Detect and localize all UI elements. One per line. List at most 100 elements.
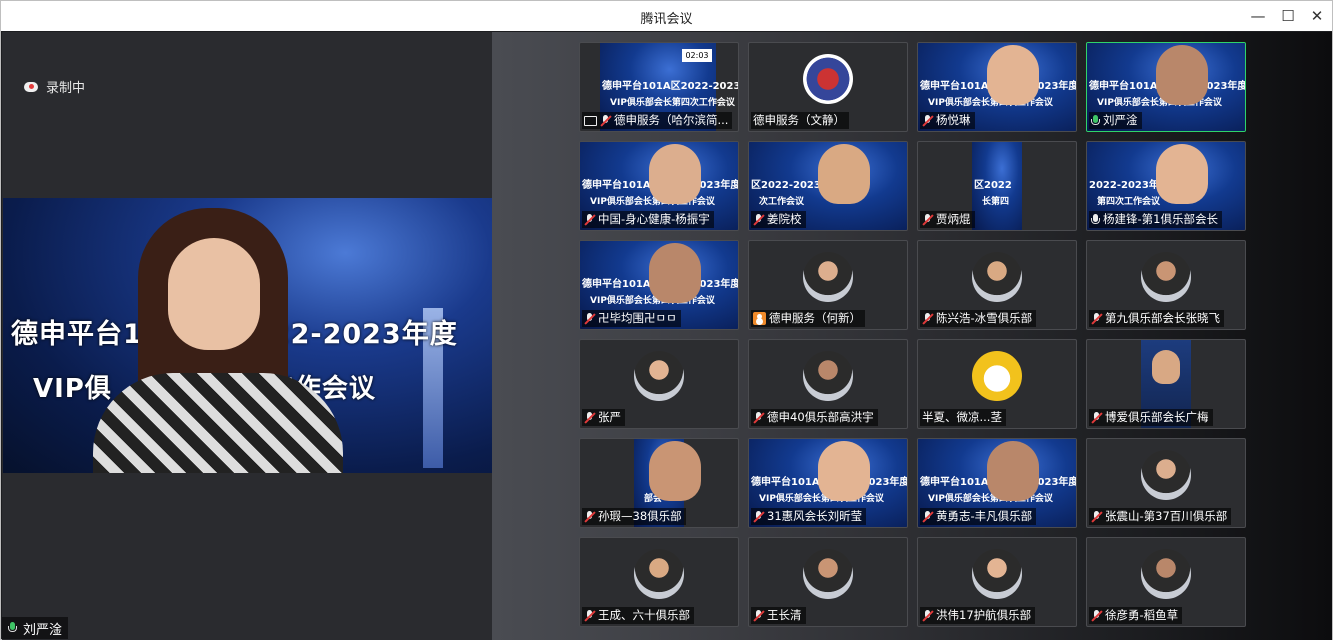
close-icon[interactable]: ✕ bbox=[1306, 5, 1328, 27]
participant-label: 王成、六十俱乐部 bbox=[582, 607, 694, 624]
participant-face bbox=[818, 441, 870, 501]
participant-name: 徐彦勇-稻鱼草 bbox=[1105, 608, 1179, 622]
recording-indicator[interactable]: 录制中 bbox=[24, 77, 85, 96]
participant-tile[interactable]: 第九俱乐部会长张晓飞 bbox=[1086, 240, 1246, 330]
mic-off-icon bbox=[584, 609, 595, 622]
participant-label: 洪伟17护航俱乐部 bbox=[920, 607, 1036, 624]
user-icon bbox=[753, 312, 766, 325]
mic-on-icon bbox=[8, 622, 17, 634]
mic-off-icon bbox=[1091, 411, 1102, 424]
participant-tile[interactable]: 德申平台101A区2022-2023年度 VIP俱乐部会长第四次工作会议 02:03… bbox=[579, 42, 739, 132]
avatar bbox=[972, 252, 1022, 302]
participant-label: 德申服务（哈尔滨简... bbox=[582, 112, 733, 129]
participant-name: 德申服务（哈尔滨简... bbox=[614, 113, 729, 127]
participant-tile[interactable]: 洪伟17护航俱乐部 bbox=[917, 537, 1077, 627]
participant-name: 卍毕均围卍ㅁㅁ bbox=[598, 311, 677, 325]
speaker-panel[interactable]: 录制中 德申平台1 22-2023年度 VIP俱 工作会议 bbox=[2, 32, 492, 640]
participant-tile[interactable]: 2022-2023年度 第四次工作会议 杨建锋-第1俱乐部会长 bbox=[1086, 141, 1246, 231]
participant-tile[interactable]: 王成、六十俱乐部 bbox=[579, 537, 739, 627]
participant-label: 张震山-第37百川俱乐部 bbox=[1089, 508, 1232, 525]
avatar bbox=[803, 549, 853, 599]
participant-tile[interactable]: 德申平台101A区2022-2023年度VIP俱乐部会长第四次工作会议中国-身心… bbox=[579, 141, 739, 231]
banner-text-2: 长第四 bbox=[982, 197, 1010, 207]
participant-tile[interactable]: 张严 bbox=[579, 339, 739, 429]
participant-gallery: 德申平台101A区2022-2023年度 VIP俱乐部会长第四次工作会议 02:03… bbox=[492, 32, 1332, 640]
participant-label: 杨悦琳 bbox=[920, 112, 975, 129]
participant-label: 杨建锋-第1俱乐部会长 bbox=[1089, 211, 1222, 228]
participant-name: 半夏、微凉...茎 bbox=[922, 410, 1002, 424]
mic-off-icon bbox=[584, 213, 595, 226]
participant-label: 第九俱乐部会长张晓飞 bbox=[1089, 310, 1224, 327]
participant-name: 姜院校 bbox=[767, 212, 802, 226]
participant-tile[interactable]: 德申服务（文静） bbox=[748, 42, 908, 132]
mic-off-icon bbox=[753, 411, 764, 424]
participant-name: 德申40俱乐部高洪宇 bbox=[767, 410, 874, 424]
participant-tile[interactable]: 部会 孙瑕—38俱乐部 bbox=[579, 438, 739, 528]
mic-off-icon bbox=[922, 312, 933, 325]
participant-name: 第九俱乐部会长张晓飞 bbox=[1105, 311, 1220, 325]
participant-name: 洪伟17护航俱乐部 bbox=[936, 608, 1032, 622]
participant-name: 杨悦琳 bbox=[936, 113, 971, 127]
avatar bbox=[803, 252, 853, 302]
mic-on-icon bbox=[1091, 114, 1100, 127]
banner-text-2: 第四次工作会议 bbox=[1097, 197, 1161, 207]
mic-off-icon bbox=[922, 213, 933, 226]
participant-tile[interactable]: 半夏、微凉...茎 bbox=[917, 339, 1077, 429]
speaker-video: 德申平台1 22-2023年度 VIP俱 工作会议 bbox=[3, 198, 492, 473]
participant-tile[interactable]: 德申平台101A区2022-2023年度VIP俱乐部会长第四次工作会议黄勇志-丰… bbox=[917, 438, 1077, 528]
participant-label: 姜院校 bbox=[751, 211, 806, 228]
participant-tile[interactable]: 德申平台101A区2022-2023年度VIP俱乐部会长第四次工作会议31惠风会… bbox=[748, 438, 908, 528]
participant-tile[interactable]: 区2022 长第四贾炳焜 bbox=[917, 141, 1077, 231]
participant-name: 德申服务（何新） bbox=[769, 311, 861, 325]
participant-tile[interactable]: 德申平台101A区2022-2023年度VIP俱乐部会长第四次工作会议卍毕均围卍… bbox=[579, 240, 739, 330]
participant-tile[interactable]: 德申40俱乐部高洪宇 bbox=[748, 339, 908, 429]
participant-tile[interactable]: 张震山-第37百川俱乐部 bbox=[1086, 438, 1246, 528]
cloud-record-icon bbox=[24, 81, 38, 92]
participant-name: 杨建锋-第1俱乐部会长 bbox=[1103, 212, 1218, 226]
mic-off-icon bbox=[922, 114, 933, 127]
logo-avatar bbox=[803, 54, 853, 104]
maximize-icon[interactable]: ☐ bbox=[1277, 5, 1299, 27]
participant-label: 贾炳焜 bbox=[920, 211, 975, 228]
participant-label: 博爱俱乐部会长广梅 bbox=[1089, 409, 1213, 426]
avatar bbox=[634, 351, 684, 401]
participant-name: 孙瑕—38俱乐部 bbox=[598, 509, 682, 523]
minimize-icon[interactable]: — bbox=[1247, 5, 1269, 27]
screen-share-icon bbox=[584, 115, 597, 126]
meeting-banner: 区2022 长第四 bbox=[972, 142, 1022, 230]
avatar bbox=[803, 351, 853, 401]
mic-off-icon bbox=[922, 510, 933, 523]
avatar bbox=[1141, 549, 1191, 599]
banner-text-1: 区2022 bbox=[974, 180, 1012, 191]
participant-label: 德申服务（文静） bbox=[751, 112, 849, 129]
timer-readout: 02:03 bbox=[682, 49, 712, 62]
participant-tile[interactable]: 徐彦勇-稻鱼草 bbox=[1086, 537, 1246, 627]
banner-text-2: 次工作会议 bbox=[759, 197, 805, 207]
participant-name: 贾炳焜 bbox=[936, 212, 971, 226]
participant-tile[interactable]: 德申服务（何新） bbox=[748, 240, 908, 330]
participant-tile[interactable]: 区2022-2023年度 次工作会议 姜院校 bbox=[748, 141, 908, 231]
avatar bbox=[1141, 252, 1191, 302]
participant-label: 德申服务（何新） bbox=[751, 310, 865, 327]
participant-label: 德申40俱乐部高洪宇 bbox=[751, 409, 878, 426]
window-title: 腾讯会议 bbox=[640, 12, 693, 27]
participant-face bbox=[987, 441, 1039, 501]
participant-tile[interactable]: 德申平台101A区2022-2023年度VIP俱乐部会长第四次工作会议杨悦琳 bbox=[917, 42, 1077, 132]
participant-label: 陈兴浩-冰雪俱乐部 bbox=[920, 310, 1037, 327]
avatar bbox=[1141, 450, 1191, 500]
title-bar: 腾讯会议 — ☐ ✕ bbox=[1, 1, 1332, 31]
mic-off-icon bbox=[753, 213, 764, 226]
mic-off-icon bbox=[753, 609, 764, 622]
participant-name: 王成、六十俱乐部 bbox=[598, 608, 690, 622]
participant-face bbox=[987, 45, 1039, 105]
participant-tile[interactable]: 德申平台101A区2022-2023年度VIP俱乐部会长第四次工作会议刘严淦 bbox=[1086, 42, 1246, 132]
participant-tile[interactable]: 陈兴浩-冰雪俱乐部 bbox=[917, 240, 1077, 330]
participant-label: 中国-身心健康-杨振宇 bbox=[582, 211, 714, 228]
participant-tile[interactable]: 王长清 bbox=[748, 537, 908, 627]
mic-off-icon bbox=[1091, 312, 1102, 325]
banner-text-2: VIP俱乐部会长第四次工作会议 bbox=[610, 98, 735, 108]
participant-tile[interactable]: 博爱俱乐部会长广梅 bbox=[1086, 339, 1246, 429]
speaker-name-tag: 刘严淦 bbox=[2, 617, 69, 639]
participant-label: 31惠风会长刘昕莹 bbox=[751, 508, 867, 525]
participant-name: 31惠风会长刘昕莹 bbox=[767, 509, 863, 523]
